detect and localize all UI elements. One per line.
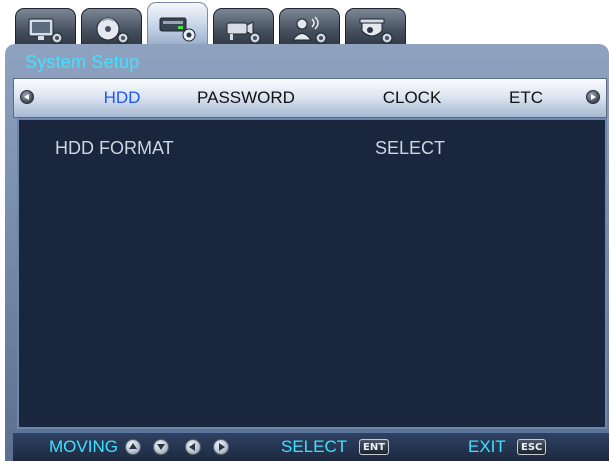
disc-settings-icon	[96, 17, 129, 44]
moving-label: MOVING	[49, 437, 118, 456]
tab-clock[interactable]: CLOCK	[383, 88, 442, 108]
system-setup-window: System Setup HDD PASSWORD CLOCK ETC HDD …	[5, 44, 609, 461]
camera-settings-icon	[226, 21, 261, 44]
dome-camera-settings-icon	[359, 18, 393, 44]
submenu-bar: HDD PASSWORD CLOCK ETC	[13, 78, 607, 118]
hdd-settings-icon	[159, 17, 196, 42]
ent-key-icon: ENT	[359, 439, 390, 455]
scroll-right-icon[interactable]	[586, 90, 600, 104]
arrow-down-icon	[153, 439, 169, 455]
settings-panel: HDD FORMAT SELECT	[17, 118, 607, 429]
monitor-settings-icon	[28, 18, 63, 44]
tab-password[interactable]: PASSWORD	[197, 88, 295, 108]
hdd-format-select-button[interactable]: SELECT	[375, 138, 445, 159]
tab-hdd[interactable]: HDD	[104, 88, 141, 108]
tab-display[interactable]	[15, 8, 76, 48]
tab-camera[interactable]	[213, 8, 274, 48]
arrow-up-icon	[125, 439, 141, 455]
category-tab-bar	[15, 0, 435, 50]
tab-user[interactable]	[279, 8, 340, 48]
tab-etc[interactable]: ETC	[509, 88, 543, 108]
tab-ptz[interactable]	[345, 8, 406, 48]
arrow-right-icon	[213, 439, 229, 455]
esc-key-icon: ESC	[517, 439, 547, 455]
help-bar: MOVING SELECT ENT EXIT ESC	[13, 432, 609, 461]
tab-record[interactable]	[81, 8, 142, 48]
hdd-format-label: HDD FORMAT	[55, 138, 174, 158]
tab-system[interactable]	[147, 2, 208, 50]
window-title: System Setup	[25, 52, 140, 72]
select-label: SELECT	[281, 437, 348, 456]
user-settings-icon	[292, 16, 327, 44]
scroll-left-icon[interactable]	[20, 90, 34, 104]
exit-label: EXIT	[468, 437, 506, 456]
arrow-left-icon	[185, 439, 201, 455]
